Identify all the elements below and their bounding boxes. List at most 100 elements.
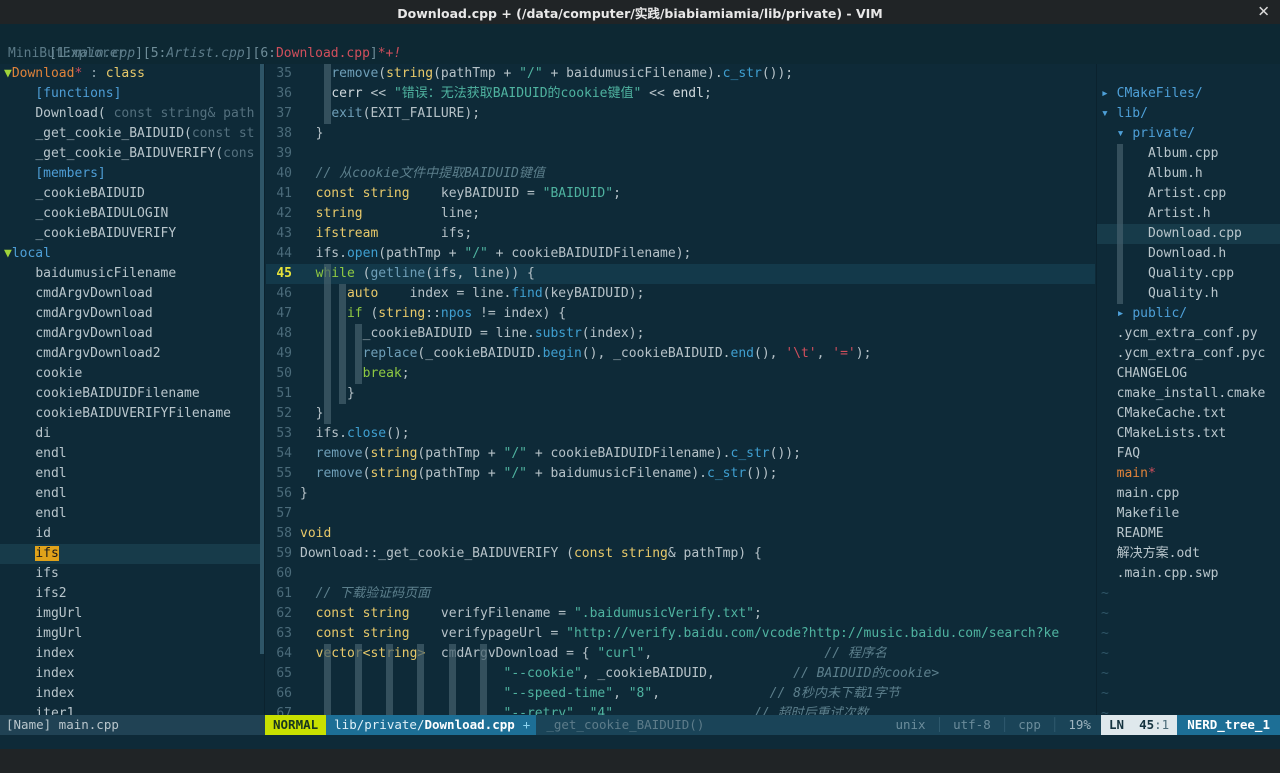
tagbar-symbol[interactable]: endl bbox=[35, 486, 66, 501]
nerdtree-file-row[interactable]: .ycm_extra_conf.py bbox=[1097, 324, 1280, 344]
tagbar-symbol[interactable]: _get_cookie_BAIDUVERIFY( bbox=[35, 146, 223, 161]
tagbar-scope[interactable]: local bbox=[12, 246, 51, 261]
nerdtree-dir-name[interactable]: CMakeFiles/ bbox=[1117, 86, 1203, 101]
tagbar-symbol[interactable]: cookieBAIDUVERIFYFilename bbox=[35, 406, 231, 421]
code-line[interactable]: 53 ifs.close(); bbox=[266, 424, 1095, 444]
tagbar-row[interactable]: cookieBAIDUVERIFYFilename bbox=[0, 404, 264, 424]
tagbar-symbol[interactable]: imgUrl bbox=[35, 606, 82, 621]
status-file-path[interactable]: lib/private/Download.cpp bbox=[326, 715, 523, 735]
nerdtree-file-row[interactable]: cmake_install.cmake bbox=[1097, 384, 1280, 404]
nerdtree-file-name[interactable]: Album.h bbox=[1148, 166, 1203, 181]
code-line[interactable]: 41 const string keyBAIDUID = "BAIDUID"; bbox=[266, 184, 1095, 204]
tagbar-row[interactable]: endl bbox=[0, 504, 264, 524]
tagbar-row[interactable]: _cookieBAIDUID bbox=[0, 184, 264, 204]
nerdtree-file-row[interactable]: Artist.cpp bbox=[1097, 184, 1280, 204]
nerdtree-file-row[interactable]: Quality.h bbox=[1097, 284, 1280, 304]
nerdtree-file-name[interactable]: main.cpp bbox=[1117, 486, 1180, 501]
tagbar-symbol[interactable]: _cookieBAIDULOGIN bbox=[35, 206, 168, 221]
tagbar-row[interactable]: di bbox=[0, 424, 264, 444]
nerdtree-file-name[interactable]: Artist.cpp bbox=[1148, 186, 1226, 201]
code-line[interactable]: 44 ifs.open(pathTmp + "/" + cookieBAIDUI… bbox=[266, 244, 1095, 264]
nerdtree-file-row[interactable]: Album.h bbox=[1097, 164, 1280, 184]
tagbar-section[interactable]: [functions] bbox=[35, 86, 121, 101]
tagbar-row[interactable]: imgUrl bbox=[0, 604, 264, 624]
buffer-item-artist-cpp[interactable]: Artist.cpp bbox=[166, 46, 244, 61]
nerdtree-file-name[interactable]: .main.cpp.swp bbox=[1117, 566, 1219, 581]
code-line[interactable]: 36 cerr << "错误：无法获取BAIDUID的cookie键值" << … bbox=[266, 84, 1095, 104]
tagbar-symbol-highlighted[interactable]: ifs bbox=[35, 546, 58, 561]
code-line[interactable]: 47 if (string::npos != index) { bbox=[266, 304, 1095, 324]
tagbar-row[interactable]: cmdArgvDownload bbox=[0, 284, 264, 304]
tagbar-symbol[interactable]: id bbox=[35, 526, 51, 541]
code-line-current[interactable]: 45 while (getline(ifs, line)) { bbox=[266, 264, 1095, 284]
nerdtree-file-name[interactable]: FAQ bbox=[1117, 446, 1140, 461]
tagbar-symbol[interactable]: cookieBAIDUIDFilename bbox=[35, 386, 199, 401]
tagbar-row[interactable]: [members] bbox=[0, 164, 264, 184]
nerdtree-root-row[interactable] bbox=[1097, 64, 1280, 84]
nerdtree-file-name[interactable]: Download.h bbox=[1148, 246, 1226, 261]
tagbar-symbol[interactable]: endl bbox=[35, 466, 66, 481]
code-line[interactable]: 61 // 下载验证码页面 bbox=[266, 584, 1095, 604]
chevron-down-icon[interactable]: ▾ bbox=[1117, 126, 1125, 141]
nerdtree-file-row[interactable]: 解决方案.odt bbox=[1097, 544, 1280, 564]
tagbar-symbol[interactable]: _cookieBAIDUVERIFY bbox=[35, 226, 176, 241]
code-line[interactable]: 60 bbox=[266, 564, 1095, 584]
tagbar-symbol[interactable]: ifs bbox=[35, 566, 58, 581]
code-line[interactable]: 58void bbox=[266, 524, 1095, 544]
code-line[interactable]: 54 remove(string(pathTmp + "/" + cookieB… bbox=[266, 444, 1095, 464]
code-line[interactable]: 64 vector<string> cmdArgvDownload = { "c… bbox=[266, 644, 1095, 664]
code-line[interactable]: 42 string line; bbox=[266, 204, 1095, 224]
nerdtree-file-name[interactable]: Artist.h bbox=[1148, 206, 1211, 221]
tagbar-row[interactable]: index bbox=[0, 684, 264, 704]
code-line[interactable]: 66 "--speed-time", "8", // 8秒内未下载1字节 bbox=[266, 684, 1095, 704]
tagbar-scrollbar[interactable] bbox=[260, 64, 264, 654]
code-line[interactable]: 49 replace(_cookieBAIDUID.begin(), _cook… bbox=[266, 344, 1095, 364]
code-line[interactable]: 62 const string verifyFilename = ".baidu… bbox=[266, 604, 1095, 624]
tagbar-symbol[interactable]: index bbox=[35, 646, 74, 661]
tagbar-row[interactable]: Download( const string& path bbox=[0, 104, 264, 124]
tagbar-section[interactable]: [members] bbox=[35, 166, 105, 181]
code-line[interactable]: 46 auto index = line.find(keyBAIDUID); bbox=[266, 284, 1095, 304]
tagbar-row[interactable]: index bbox=[0, 664, 264, 684]
nerdtree-file-row[interactable]: CMakeCache.txt bbox=[1097, 404, 1280, 424]
code-line[interactable]: 35 remove(string(pathTmp + "/" + baidumu… bbox=[266, 64, 1095, 84]
nerdtree-file-name[interactable]: CMakeCache.txt bbox=[1117, 406, 1227, 421]
tagbar-row[interactable]: _cookieBAIDUVERIFY bbox=[0, 224, 264, 244]
tagbar-symbol[interactable]: cmdArgvDownload bbox=[35, 326, 152, 341]
tagbar-symbol[interactable]: index bbox=[35, 666, 74, 681]
nerdtree-file-name[interactable]: README bbox=[1117, 526, 1164, 541]
nerdtree-dir-name[interactable]: public/ bbox=[1132, 306, 1187, 321]
nerdtree-file-row[interactable]: Album.cpp bbox=[1097, 144, 1280, 164]
tagbar-row[interactable]: _get_cookie_BAIDUVERIFY(cons bbox=[0, 144, 264, 164]
tagbar-symbol[interactable]: endl bbox=[35, 446, 66, 461]
code-line[interactable]: 48 _cookieBAIDUID = line.substr(index); bbox=[266, 324, 1095, 344]
tagbar-symbol[interactable]: Download( bbox=[35, 106, 105, 121]
tagbar-row[interactable]: ▼Download* : class bbox=[0, 64, 264, 84]
code-line[interactable]: 43 ifstream ifs; bbox=[266, 224, 1095, 244]
nerdtree-dir-row[interactable]: ▸ public/ bbox=[1097, 304, 1280, 324]
tagbar-row[interactable]: cmdArgvDownload2 bbox=[0, 344, 264, 364]
code-editor[interactable]: 35 remove(string(pathTmp + "/" + baidumu… bbox=[266, 64, 1095, 734]
tagbar-symbol[interactable]: imgUrl bbox=[35, 626, 82, 641]
code-line[interactable]: 65 "--cookie", _cookieBAIDUID, // BAIDUI… bbox=[266, 664, 1095, 684]
tagbar-row[interactable]: endl bbox=[0, 484, 264, 504]
nerdtree-file-row[interactable]: Makefile bbox=[1097, 504, 1280, 524]
tagbar-symbol[interactable]: baidumusicFilename bbox=[35, 266, 176, 281]
nerdtree-exec-name[interactable]: main bbox=[1117, 466, 1148, 481]
chevron-down-icon[interactable]: ▼ bbox=[4, 246, 12, 261]
nerdtree-file-name[interactable]: Download.cpp bbox=[1148, 226, 1242, 241]
nerdtree-file-row[interactable]: .ycm_extra_conf.pyc bbox=[1097, 344, 1280, 364]
nerdtree-file-row[interactable]: main* bbox=[1097, 464, 1280, 484]
nerdtree-dir-name[interactable]: private/ bbox=[1132, 126, 1195, 141]
code-line[interactable]: 37 exit(EXIT_FAILURE); bbox=[266, 104, 1095, 124]
tagbar-row[interactable]: cmdArgvDownload bbox=[0, 324, 264, 344]
nerdtree-file-row[interactable]: Download.h bbox=[1097, 244, 1280, 264]
tagbar-symbol[interactable]: _get_cookie_BAIDUID( bbox=[35, 126, 192, 141]
minibufexplorer[interactable]: [1:main.cpp][5:Artist.cpp][6:Download.cp… bbox=[0, 24, 1280, 64]
nerdtree-file-name[interactable]: 解决方案.odt bbox=[1117, 546, 1200, 561]
tagbar-symbol[interactable]: cmdArgvDownload bbox=[35, 286, 152, 301]
code-line[interactable]: 40 // 从cookie文件中提取BAIDUID键值 bbox=[266, 164, 1095, 184]
tagbar-row[interactable]: id bbox=[0, 524, 264, 544]
nerdtree-file-row[interactable]: Artist.h bbox=[1097, 204, 1280, 224]
code-line[interactable]: 51 } bbox=[266, 384, 1095, 404]
